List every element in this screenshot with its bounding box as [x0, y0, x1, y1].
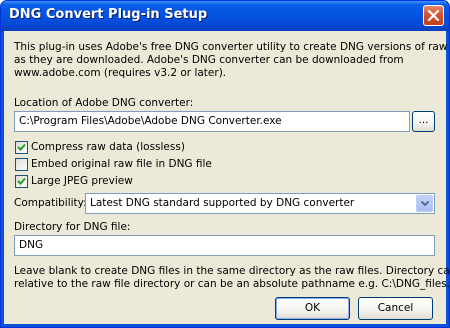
intro-text-line3: www.adobe.com (requires v3.2 or later).: [14, 67, 227, 79]
directory-value: DNG: [19, 239, 44, 251]
window-title: DNG Convert Plug-in Setup: [9, 7, 208, 22]
close-button[interactable]: [423, 5, 444, 26]
chevron-down-icon: [421, 201, 429, 206]
embed-raw-checkbox[interactable]: [15, 158, 28, 171]
dialog-body: This plug-in uses Adobe's free DNG conve…: [4, 31, 449, 324]
dropdown-button[interactable]: [416, 195, 433, 212]
checkmark-icon: [17, 177, 26, 185]
compress-checkbox[interactable]: [15, 141, 28, 154]
embed-raw-label[interactable]: Embed original raw file in DNG file: [31, 158, 212, 171]
browse-button[interactable]: ...: [412, 111, 435, 132]
directory-help-line2: relative to the raw file directory or ca…: [14, 278, 450, 290]
large-preview-checkbox[interactable]: [15, 175, 28, 188]
converter-path-input[interactable]: C:\Program Files\Adobe\Adobe DNG Convert…: [14, 111, 410, 132]
intro-text-line2: as they are downloaded. Adobe's DNG conv…: [14, 54, 404, 66]
compatibility-label: Compatibility:: [14, 197, 87, 209]
compatibility-select[interactable]: Latest DNG standard supported by DNG con…: [85, 193, 435, 214]
directory-label: Directory for DNG file:: [14, 221, 131, 233]
intro-text-line1: This plug-in uses Adobe's free DNG conve…: [14, 41, 450, 53]
compatibility-value: Latest DNG standard supported by DNG con…: [90, 197, 355, 209]
ok-button[interactable]: OK: [275, 297, 350, 320]
checkmark-icon: [17, 143, 26, 151]
directory-input[interactable]: DNG: [14, 235, 435, 256]
directory-help-line1: Leave blank to create DNG files in the s…: [14, 265, 450, 277]
compress-label[interactable]: Compress raw data (lossless): [31, 141, 185, 154]
large-preview-label[interactable]: Large JPEG preview: [31, 175, 133, 188]
converter-path-value: C:\Program Files\Adobe\Adobe DNG Convert…: [19, 115, 282, 127]
cancel-button[interactable]: Cancel: [358, 297, 433, 320]
title-bar[interactable]: DNG Convert Plug-in Setup: [1, 1, 449, 31]
close-icon: [428, 10, 439, 21]
dialog-window: DNG Convert Plug-in Setup This plug-in u…: [0, 0, 450, 328]
converter-label: Location of Adobe DNG converter:: [14, 97, 194, 109]
